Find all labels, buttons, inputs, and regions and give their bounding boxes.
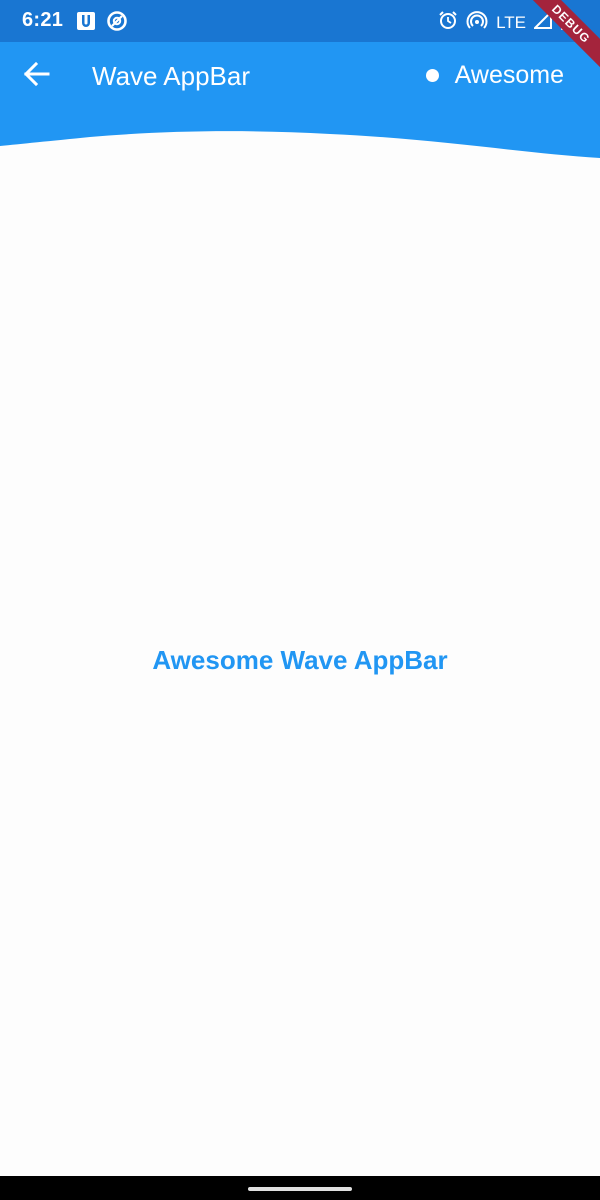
app-bar-title: Wave AppBar (92, 61, 251, 91)
alarm-icon (438, 10, 458, 35)
awesome-action-label: Awesome (454, 61, 564, 89)
status-left-icons (76, 10, 128, 37)
body-title: Awesome Wave AppBar (152, 645, 448, 675)
u-app-icon (76, 11, 96, 36)
dot-icon (425, 69, 439, 82)
status-bar: 6:21 LTE DEBUG (0, 0, 600, 78)
network-type: LTE (496, 12, 526, 32)
status-time: 6:21 (22, 9, 64, 31)
navigation-bar (0, 1176, 600, 1200)
back-button[interactable] (14, 54, 58, 98)
awesome-action-button[interactable]: Awesome (425, 61, 564, 90)
screen: 6:21 LTE DEBUG Wave AppBar Awesome Aweso… (0, 0, 600, 1200)
app-bar: Wave AppBar Awesome (0, 42, 600, 112)
circle-slash-icon (106, 10, 128, 37)
arrow-back-icon (22, 60, 50, 93)
app-bar-wave (0, 111, 600, 158)
hotspot-icon (466, 10, 488, 35)
home-gesture-handle[interactable] (248, 1187, 352, 1191)
